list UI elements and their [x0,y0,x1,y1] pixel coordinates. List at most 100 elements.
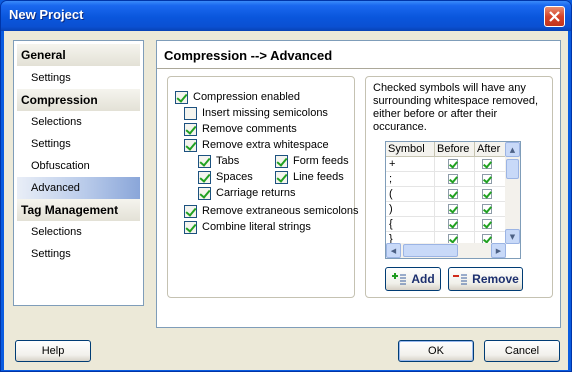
option-compression-enabled[interactable]: Compression enabled [175,89,300,105]
nav-item-tag-selections[interactable]: Selections [17,221,140,243]
table-row[interactable]: + [386,157,506,172]
option-form-feeds[interactable]: Form feeds [275,153,349,169]
checkbox-checked[interactable] [448,204,458,214]
option-label: Remove extra whitespace [202,139,329,151]
after-cell[interactable] [475,187,506,202]
table-row[interactable]: { [386,217,506,232]
option-remove-extra-whitespace[interactable]: Remove extra whitespace [184,137,329,153]
close-button[interactable] [544,6,565,27]
nav-item-advanced[interactable]: Advanced [17,177,140,199]
checkbox-checked[interactable] [482,219,492,229]
option-spaces[interactable]: Spaces [198,169,253,185]
option-remove-comments[interactable]: Remove comments [184,121,297,137]
option-label: Carriage returns [216,187,296,199]
scroll-thumb[interactable] [403,244,458,257]
option-line-feeds[interactable]: Line feeds [275,169,344,185]
column-header-after[interactable]: After [475,142,506,156]
horizontal-scrollbar[interactable]: ◀ ▶ [386,243,506,258]
ok-button[interactable]: OK [398,340,474,362]
option-combine-literal-strings[interactable]: Combine literal strings [184,219,311,235]
navigation-tree: General Settings Compression Selections … [13,40,144,306]
table-row[interactable]: ; [386,172,506,187]
nav-item-obfuscation[interactable]: Obfuscation [17,155,140,177]
after-cell[interactable] [475,172,506,187]
scroll-thumb[interactable] [506,159,519,179]
scroll-right-button[interactable]: ▶ [491,243,506,258]
checkbox-checked[interactable] [175,90,188,104]
cancel-button[interactable]: Cancel [484,340,560,362]
checkbox-unchecked[interactable] [184,106,197,120]
before-cell[interactable] [435,172,475,187]
checkbox-checked[interactable] [275,154,288,168]
after-cell[interactable] [475,202,506,217]
checkbox-checked[interactable] [184,122,197,136]
checkbox-checked[interactable] [482,159,492,169]
symbols-group: Checked symbols will have any surroundin… [365,76,553,298]
nav-item-general-settings[interactable]: Settings [17,67,140,89]
settings-panel: Compression --> Advanced Compression ena… [156,40,561,328]
remove-icon [453,274,468,285]
nav-group-tag-management[interactable]: Tag Management [17,199,140,221]
option-tabs[interactable]: Tabs [198,153,239,169]
nav-item-compression-settings[interactable]: Settings [17,133,140,155]
nav-item-tag-settings[interactable]: Settings [17,243,140,265]
dialog-body: General Settings Compression Selections … [4,31,568,370]
checkbox-checked[interactable] [184,220,197,234]
title-bar[interactable]: New Project [1,1,571,31]
add-icon [392,273,407,285]
remove-button-label: Remove [472,272,519,286]
compression-options-group: Compression enabled Insert missing semic… [167,76,359,298]
option-label: Spaces [216,171,253,183]
checkbox-checked[interactable] [448,219,458,229]
remove-button[interactable]: Remove [448,267,523,291]
dialog-window: New Project General Settings Compression… [0,0,572,372]
before-cell[interactable] [435,202,475,217]
before-cell[interactable] [435,217,475,232]
scroll-left-button[interactable]: ◀ [386,243,401,258]
table-row[interactable]: ( [386,187,506,202]
option-label: Remove comments [202,123,297,135]
option-label: Tabs [216,155,240,167]
checkbox-checked[interactable] [198,186,211,200]
nav-group-general[interactable]: General [17,44,140,66]
close-icon [549,11,560,22]
option-label: Line feeds [293,171,344,183]
scroll-down-button[interactable]: ▼ [505,229,520,244]
option-label: Remove extraneous semicolons [202,205,359,217]
help-button[interactable]: Help [15,340,91,362]
checkbox-checked[interactable] [448,189,458,199]
cancel-button-label: Cancel [504,345,540,357]
after-cell[interactable] [475,217,506,232]
checkbox-checked[interactable] [198,170,211,184]
column-header-before[interactable]: Before [435,142,475,156]
checkbox-checked[interactable] [482,174,492,184]
checkbox-checked[interactable] [448,159,458,169]
checkbox-checked[interactable] [184,204,197,218]
window-title: New Project [9,7,84,22]
nav-group-compression[interactable]: Compression [17,89,140,111]
symbols-grid: Symbol Before After + ; () {} ▲ ▼ ◀ ▶ [385,141,521,259]
panel-divider [157,68,560,70]
checkbox-checked[interactable] [275,170,288,184]
scroll-up-button[interactable]: ▲ [505,142,520,157]
nav-item-compression-selections[interactable]: Selections [17,111,140,133]
option-insert-missing-semicolons[interactable]: Insert missing semicolons [184,105,328,121]
symbol-cell: ) [386,202,435,217]
before-cell[interactable] [435,187,475,202]
after-cell[interactable] [475,157,506,172]
option-label: Form feeds [293,155,349,167]
checkbox-checked[interactable] [482,189,492,199]
option-carriage-returns[interactable]: Carriage returns [198,185,295,201]
checkbox-checked[interactable] [448,174,458,184]
checkbox-checked[interactable] [198,154,211,168]
add-button[interactable]: Add [385,267,441,291]
symbols-description: Checked symbols will have any surroundin… [373,82,539,133]
table-row[interactable]: ) [386,202,506,217]
checkbox-checked[interactable] [184,138,197,152]
symbol-cell: ; [386,172,435,187]
column-header-symbol[interactable]: Symbol [386,142,435,156]
before-cell[interactable] [435,157,475,172]
vertical-scrollbar[interactable]: ▲ ▼ [505,142,520,244]
option-remove-extraneous-semicolons[interactable]: Remove extraneous semicolons [184,203,359,219]
checkbox-checked[interactable] [482,204,492,214]
